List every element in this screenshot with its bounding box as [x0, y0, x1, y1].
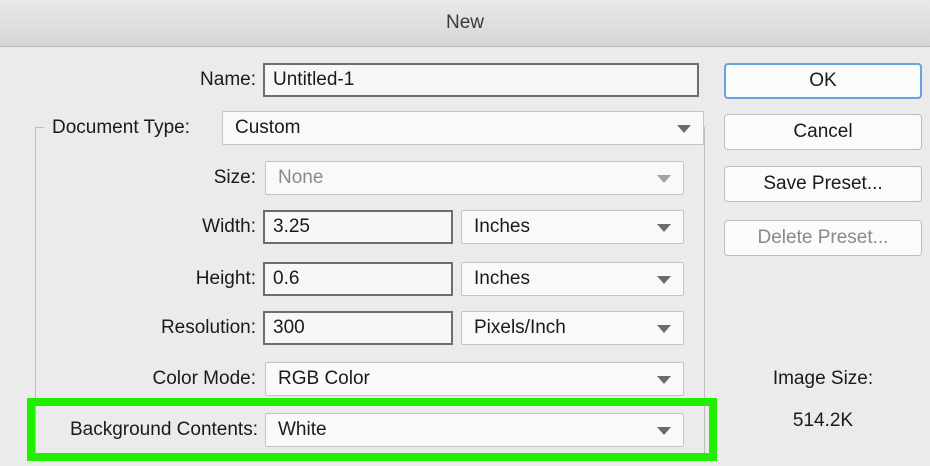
cancel-button[interactable]: Cancel: [724, 114, 922, 150]
resolution-label: Resolution:: [160, 317, 256, 338]
window-titlebar: New: [0, 0, 930, 47]
height-unit-value: Inches: [474, 268, 530, 289]
color-mode-label: Color Mode:: [152, 368, 257, 389]
width-field[interactable]: 3.25: [263, 210, 453, 244]
chevron-down-icon: [677, 125, 691, 133]
document-type-value: Custom: [235, 117, 301, 138]
chevron-down-icon: [657, 276, 671, 284]
chevron-down-icon: [657, 325, 671, 333]
width-label: Width:: [202, 216, 256, 237]
size-select: None: [265, 161, 684, 195]
image-size-label: Image Size:: [772, 368, 874, 389]
name-field[interactable]: Untitled-1: [263, 63, 699, 97]
resolution-unit-select[interactable]: Pixels/Inch: [461, 311, 684, 345]
image-size-value: 514.2K: [792, 410, 854, 431]
size-label: Size:: [213, 167, 256, 188]
chevron-down-icon: [657, 175, 671, 183]
delete-preset-button: Delete Preset...: [724, 220, 922, 256]
color-mode-select[interactable]: RGB Color: [265, 362, 684, 396]
ok-button[interactable]: OK: [724, 63, 922, 99]
height-field[interactable]: 0.6: [263, 262, 453, 296]
save-preset-button[interactable]: Save Preset...: [724, 166, 922, 202]
height-unit-select[interactable]: Inches: [461, 262, 684, 296]
chevron-down-icon: [657, 376, 671, 384]
chevron-down-icon: [657, 224, 671, 232]
color-mode-value: RGB Color: [278, 368, 370, 389]
height-label: Height:: [195, 268, 256, 289]
document-type-select[interactable]: Custom: [222, 111, 704, 145]
resolution-unit-value: Pixels/Inch: [474, 317, 566, 338]
size-value: None: [278, 167, 324, 188]
document-type-label: Document Type:: [52, 117, 191, 138]
width-unit-select[interactable]: Inches: [461, 210, 684, 244]
window-title: New: [445, 12, 484, 33]
name-label: Name:: [200, 69, 256, 90]
resolution-field[interactable]: 300: [263, 311, 453, 345]
highlight-box: [27, 398, 717, 461]
width-unit-value: Inches: [474, 216, 530, 237]
